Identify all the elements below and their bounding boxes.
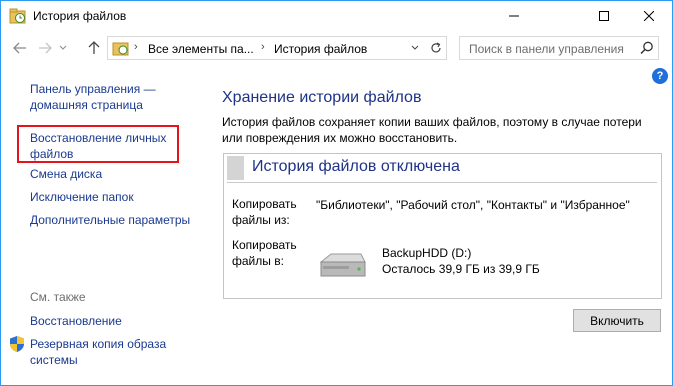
search-icon[interactable] [640, 41, 654, 55]
arrow-left-icon [13, 42, 26, 54]
copy-from-label: Копировать файлы из: [232, 197, 297, 227]
file-history-icon [9, 8, 27, 24]
status-title: История файлов отключена [252, 158, 460, 175]
drive-name: BackupHDD (D:) [382, 246, 472, 260]
close-icon [643, 11, 654, 21]
search-input[interactable]: Поиск в панели управления [459, 36, 659, 60]
drive-free-space: Осталось 39,9 ГБ из 39,9 ГБ [382, 262, 540, 276]
hard-drive-icon [317, 250, 367, 280]
control-panel-icon [112, 40, 130, 56]
maximize-button[interactable] [581, 1, 626, 31]
arrow-up-icon [88, 41, 100, 54]
address-bar[interactable]: › Все элементы па... › История файлов [107, 36, 447, 60]
see-also-recovery[interactable]: Восстановление [30, 313, 122, 329]
divider [227, 182, 657, 183]
minimize-icon [508, 15, 519, 17]
up-button[interactable] [85, 39, 103, 57]
breadcrumb-separator[interactable]: › [261, 41, 265, 53]
breadcrumb-separator[interactable]: › [134, 41, 138, 53]
refresh-icon [431, 42, 441, 53]
enable-button[interactable]: Включить [573, 309, 661, 332]
chevron-down-icon [59, 45, 67, 50]
window-title: История файлов [33, 9, 127, 23]
maximize-icon [598, 11, 609, 21]
copy-to-label: Копировать файлы в: [232, 238, 297, 268]
uac-shield-icon [9, 335, 25, 353]
sidebar-item-advanced-settings[interactable]: Дополнительные параметры [30, 212, 190, 228]
close-button[interactable] [626, 1, 671, 31]
sidebar-item-control-panel-home[interactable]: Панель управления — домашняя страница [30, 81, 190, 113]
chevron-down-icon [411, 45, 419, 50]
page-description: История файлов сохраняет копии ваших фай… [222, 115, 642, 145]
sidebar: Панель управления — домашняя страница Во… [1, 63, 205, 385]
sidebar-item-restore-personal-files[interactable]: Восстановление личных файлов [30, 130, 180, 162]
refresh-button[interactable] [428, 40, 444, 56]
navigation-bar: › Все элементы па... › История файлов По… [1, 34, 672, 62]
address-dropdown-button[interactable] [408, 41, 422, 55]
recent-locations-button[interactable] [56, 39, 70, 57]
see-also-heading: См. также [30, 290, 86, 304]
sidebar-item-exclude-folders[interactable]: Исключение папок [30, 189, 134, 205]
sidebar-item-select-drive[interactable]: Смена диска [30, 166, 102, 182]
search-placeholder: Поиск в панели управления [469, 42, 624, 56]
forward-button[interactable] [36, 39, 54, 57]
page-title: Хранение истории файлов [222, 89, 422, 106]
back-button[interactable] [11, 39, 29, 57]
status-panel: История файлов отключена Копировать файл… [223, 153, 662, 299]
breadcrumb-all-items[interactable]: Все элементы па... [148, 42, 254, 56]
arrow-right-icon [39, 42, 52, 54]
help-icon[interactable]: ? [652, 68, 668, 84]
file-history-window: История файлов › Все элементы па... › Ис… [0, 0, 673, 386]
breadcrumb-file-history[interactable]: История файлов [274, 42, 367, 56]
status-panel-header: История файлов отключена [224, 154, 661, 182]
minimize-button[interactable] [491, 1, 536, 31]
see-also-system-image-backup[interactable]: Резервная копия образа системы [30, 336, 180, 368]
copy-from-value: "Библиотеки", "Рабочий стол", "Контакты"… [316, 198, 630, 212]
status-indicator [227, 156, 244, 180]
title-bar: История файлов [1, 1, 672, 32]
